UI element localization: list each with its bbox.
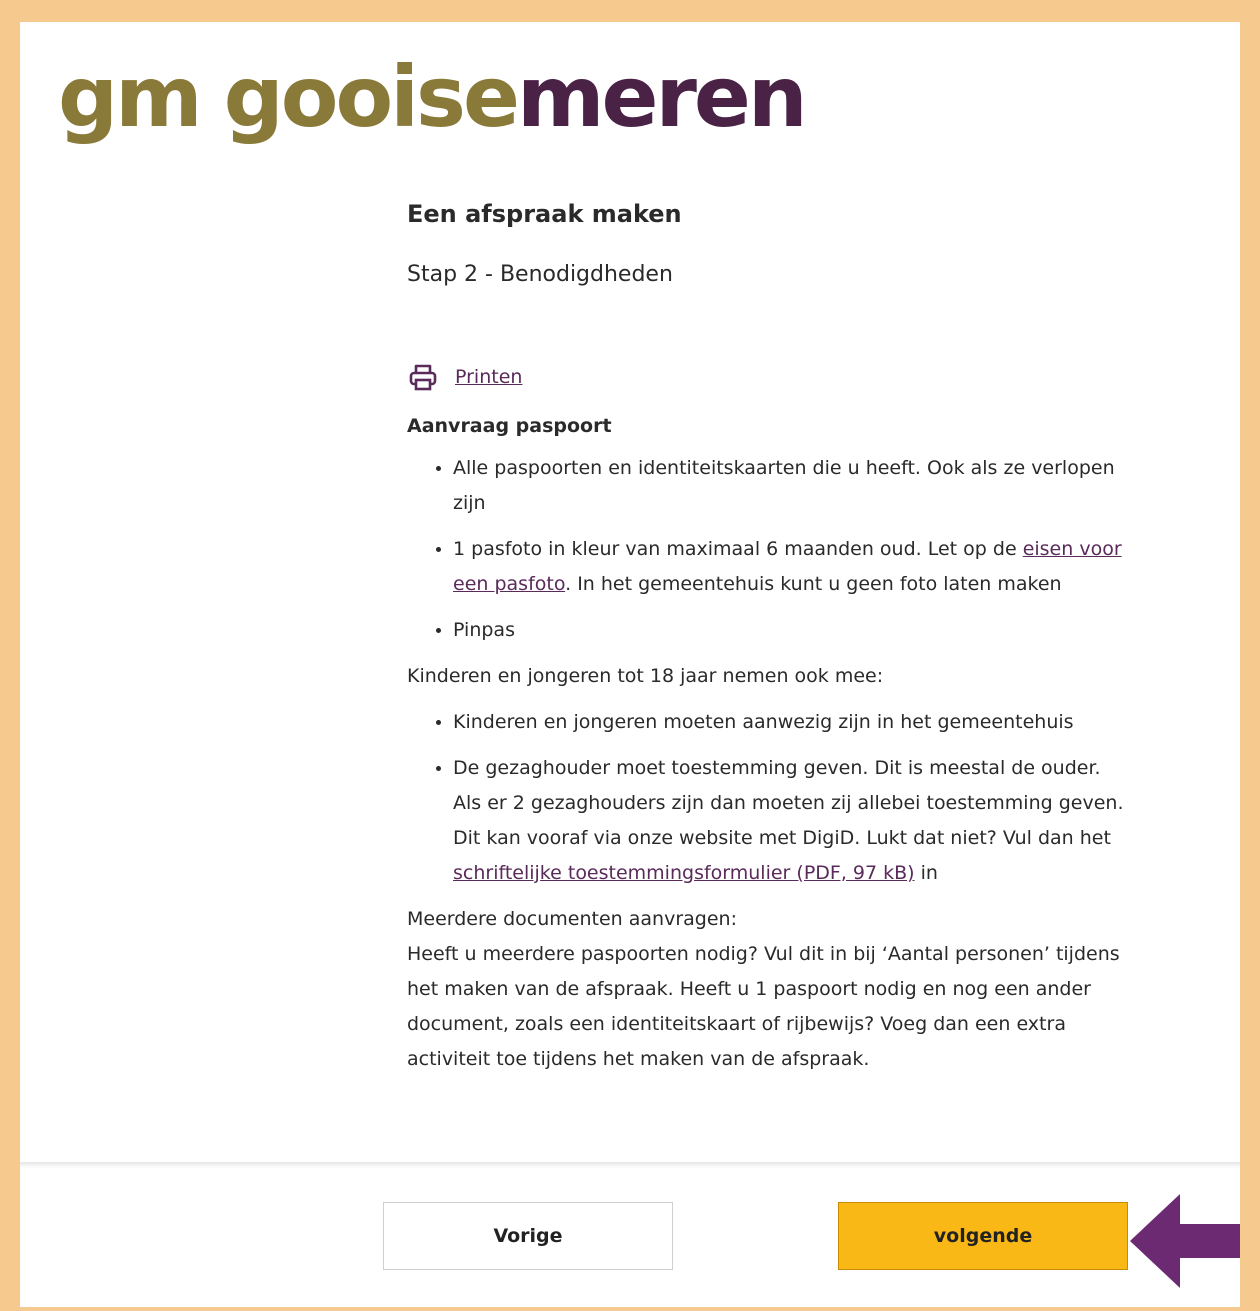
page-frame: gm gooisemeren Een afspraak maken Stap 2 … [20, 22, 1240, 1307]
list-item: Kinderen en jongeren moeten aanwezig zij… [453, 705, 1127, 740]
list-item-text: in [914, 862, 938, 884]
list-item: Alle paspoorten en identiteitskaarten di… [453, 451, 1127, 521]
logo-gm: gm [58, 48, 203, 146]
list-item: 1 pasfoto in kleur van maximaal 6 maande… [453, 532, 1127, 602]
multiple-text: Heeft u meerdere paspoorten nodig? Vul d… [407, 943, 1120, 1070]
children-intro: Kinderen en jongeren tot 18 jaar nemen o… [407, 665, 884, 687]
list-item-text: Alle paspoorten en identiteitskaarten di… [453, 457, 1115, 514]
children-list: Kinderen en jongeren moeten aanwezig zij… [407, 705, 1127, 891]
list-item: De gezaghouder moet toestemming geven. D… [453, 751, 1127, 891]
arrow-left-icon [1130, 1194, 1240, 1288]
list-item-text: Kinderen en jongeren moeten aanwezig zij… [453, 711, 1074, 733]
footer-divider [20, 1162, 1240, 1168]
list-item-text: Pinpas [453, 619, 515, 641]
list-item-text: . In het gemeentehuis kunt u geen foto l… [565, 573, 1062, 595]
print-row[interactable]: Printen [407, 359, 1127, 395]
list-item-text: 1 pasfoto in kleur van maximaal 6 maande… [453, 538, 1023, 560]
list-item-text: De gezaghouder moet toestemming geven. D… [453, 757, 1124, 849]
multiple-heading: Meerdere documenten aanvragen: [407, 908, 737, 930]
passport-list: Alle paspoorten en identiteitskaarten di… [407, 451, 1127, 648]
print-link[interactable]: Printen [455, 366, 522, 388]
step-title: Stap 2 - Benodigdheden [407, 262, 673, 287]
printer-icon[interactable] [407, 361, 439, 393]
previous-button[interactable]: Vorige [383, 1202, 673, 1270]
page-title: Een afspraak maken [407, 200, 682, 228]
consent-form-link[interactable]: schriftelijke toestemmingsformulier (PDF… [453, 862, 915, 884]
passport-heading: Aanvraag paspoort [407, 415, 612, 437]
gooisemeren-logo[interactable]: gm gooisemeren [58, 42, 808, 152]
logo-meren: meren [516, 48, 808, 146]
logo-gooise: gooise [223, 48, 520, 146]
main-content: Een afspraak maken Stap 2 - Benodigdhede… [407, 187, 1127, 1088]
next-button[interactable]: volgende [838, 1202, 1128, 1270]
list-item: Pinpas [453, 613, 1127, 648]
